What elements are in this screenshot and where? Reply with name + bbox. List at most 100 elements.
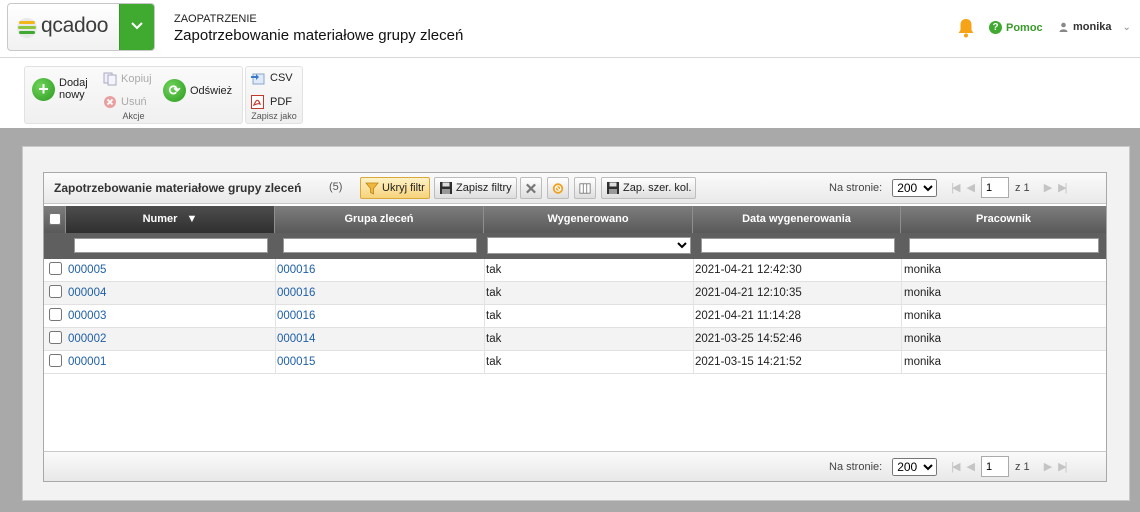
user-name: monika — [1073, 21, 1112, 33]
column-header-generated[interactable]: Wygenerowano — [484, 206, 693, 233]
row-group-link[interactable]: 000016 — [277, 264, 315, 276]
bell-icon[interactable] — [957, 18, 975, 38]
table-row[interactable]: 000002 000014 tak 2021-03-25 14:52:46 mo… — [44, 328, 1106, 351]
row-group-link[interactable]: 000016 — [277, 310, 315, 322]
help-label: Pomoc — [1006, 21, 1043, 34]
page-title: Zapotrzebowanie materiałowe grupy zleceń — [174, 27, 464, 44]
row-generated: tak — [486, 287, 502, 299]
row-worker: monika — [904, 287, 942, 299]
filter-group-input[interactable] — [283, 238, 477, 253]
export-pdf-button[interactable]: PDF — [250, 94, 292, 110]
row-checkbox[interactable] — [49, 308, 62, 321]
logo[interactable]: qcadoo — [7, 3, 155, 51]
grid-toolbar: Zapotrzebowanie materiałowe grupy zleceń… — [44, 173, 1106, 204]
copy-button[interactable]: Kopiuj — [103, 72, 152, 86]
table-row[interactable]: 000004 000016 tak 2021-04-21 12:10:35 mo… — [44, 282, 1106, 305]
save-filters-label: Zapisz filtry — [456, 182, 512, 194]
row-number-link[interactable]: 000003 — [68, 310, 106, 322]
copy-label: Kopiuj — [121, 73, 152, 85]
row-group-link[interactable]: 000015 — [277, 356, 315, 368]
refresh-button[interactable]: ⟳ Odśwież — [163, 79, 232, 102]
table-row[interactable]: 000003 000016 tak 2021-04-21 11:14:28 mo… — [44, 305, 1106, 328]
user-menu[interactable]: monika ⌄ — [1059, 21, 1131, 33]
row-number-link[interactable]: 000005 — [68, 264, 106, 276]
export-csv-button[interactable]: CSV — [250, 71, 293, 85]
first-page-icon[interactable]: |◀ — [951, 181, 960, 194]
last-page-icon[interactable]: ▶| — [1058, 181, 1067, 194]
column-header-date[interactable]: Data wygenerowania — [693, 206, 901, 233]
next-page-icon[interactable]: ▶ — [1044, 460, 1053, 473]
row-date: 2021-04-21 12:10:35 — [695, 287, 802, 299]
row-checkbox[interactable] — [49, 262, 62, 275]
filter-date-input[interactable] — [701, 238, 895, 253]
select-all-checkbox[interactable] — [48, 213, 61, 225]
pdf-icon — [251, 95, 264, 109]
table-row[interactable]: 000005 000016 tak 2021-04-21 12:42:30 mo… — [44, 259, 1106, 282]
ribbon-group-caption: Akcje — [122, 111, 145, 121]
add-new-button[interactable]: + Dodaj nowy — [32, 77, 88, 101]
column-divider — [275, 259, 276, 374]
clear-filters-button[interactable] — [520, 177, 542, 199]
sort-desc-icon: ▼ — [186, 213, 198, 225]
row-number-link[interactable]: 000001 — [68, 356, 106, 368]
save-filters-button[interactable]: Zapisz filtry — [434, 177, 517, 199]
logo-mark-icon — [17, 18, 37, 38]
hide-filter-button[interactable]: Ukryj filtr — [360, 177, 430, 199]
row-number-link[interactable]: 000004 — [68, 287, 106, 299]
filter-row — [44, 233, 1106, 259]
row-checkbox[interactable] — [49, 331, 62, 344]
column-label: Grupa zleceń — [344, 213, 414, 225]
delete-button[interactable]: Usuń — [103, 95, 147, 109]
row-generated: tak — [486, 333, 502, 345]
column-label: Data wygenerowania — [742, 213, 851, 225]
column-header-group[interactable]: Grupa zleceń — [275, 206, 484, 233]
row-group-link[interactable]: 000014 — [277, 333, 315, 345]
reset-button[interactable] — [547, 177, 569, 199]
last-page-icon[interactable]: ▶| — [1058, 460, 1067, 473]
row-checkbox[interactable] — [49, 285, 62, 298]
refresh-icon: ⟳ — [163, 79, 186, 102]
grid-count: (5) — [329, 181, 343, 193]
grid-title: Zapotrzebowanie materiałowe grupy zleceń — [54, 181, 302, 195]
help-link[interactable]: ? Pomoc — [989, 21, 1043, 34]
filter-worker-input[interactable] — [909, 238, 1099, 253]
cancel-icon — [552, 182, 564, 194]
main-menu-toggle[interactable] — [119, 4, 154, 50]
delete-icon — [104, 96, 116, 108]
row-generated: tak — [486, 356, 502, 368]
first-page-icon[interactable]: |◀ — [951, 460, 960, 473]
columns-button[interactable] — [574, 177, 596, 199]
row-generated: tak — [486, 310, 502, 322]
grid-footer: Na stronie: 200 |◀ ◀ z 1 ▶ ▶| — [43, 451, 1107, 482]
data-grid: Zapotrzebowanie materiałowe grupy zleceń… — [43, 172, 1107, 482]
row-checkbox[interactable] — [49, 354, 62, 367]
csv-icon — [251, 73, 265, 85]
table-row[interactable]: 000001 000015 tak 2021-03-15 14:21:52 mo… — [44, 351, 1106, 374]
column-header-worker[interactable]: Pracownik — [901, 206, 1106, 233]
row-worker: monika — [904, 264, 942, 276]
next-page-icon[interactable]: ▶ — [1044, 181, 1053, 194]
filter-generated-select[interactable] — [487, 237, 691, 254]
column-divider — [901, 259, 902, 374]
chevron-down-icon — [131, 22, 143, 30]
per-page-select[interactable]: 200 — [892, 178, 938, 197]
save-icon — [607, 182, 619, 194]
save-column-widths-label: Zap. szer. kol. — [623, 182, 692, 194]
row-number-link[interactable]: 000002 — [68, 333, 106, 345]
filter-number-input[interactable] — [74, 238, 268, 253]
prev-page-icon[interactable]: ◀ — [967, 181, 976, 194]
per-page-select[interactable]: 200 — [892, 457, 938, 476]
ribbon-group-export: CSV PDF Zapisz jako — [245, 66, 303, 124]
prev-page-icon[interactable]: ◀ — [967, 460, 976, 473]
page-input[interactable] — [981, 177, 1009, 198]
save-icon — [440, 182, 452, 194]
bottom-pager: Na stronie: 200 |◀ ◀ z 1 ▶ ▶| — [829, 456, 1069, 477]
row-worker: monika — [904, 310, 942, 322]
column-header-number[interactable]: Numer ▼ — [66, 206, 275, 233]
save-column-widths-button[interactable]: Zap. szer. kol. — [601, 177, 697, 199]
column-label: Pracownik — [975, 213, 1032, 225]
row-group-link[interactable]: 000016 — [277, 287, 315, 299]
page-input[interactable] — [981, 456, 1009, 477]
copy-icon — [103, 72, 117, 86]
refresh-label: Odśwież — [190, 84, 233, 97]
